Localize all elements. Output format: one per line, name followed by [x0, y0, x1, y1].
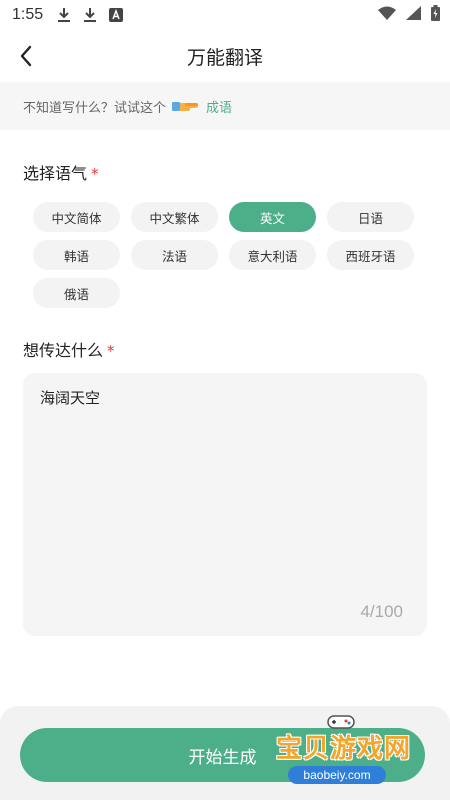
status-left-icons: [57, 7, 124, 23]
generate-button[interactable]: 开始生成: [20, 728, 425, 782]
idiom-link[interactable]: 成语: [206, 97, 232, 116]
tone-chip-korean[interactable]: 韩语: [33, 240, 120, 270]
status-bar: 1:55: [0, 0, 450, 30]
signal-icon: [406, 6, 421, 24]
wifi-icon: [378, 6, 396, 24]
tone-label-text: 选择语气: [23, 164, 88, 183]
tip-text: 不知道写什么？试试这个: [23, 100, 167, 116]
tone-chip-zh-simplified[interactable]: 中文简体: [33, 202, 120, 232]
message-label-text: 想传达什么: [23, 341, 104, 360]
message-section-label: 想传达什么 *: [23, 337, 115, 361]
page-title: 万能翻译: [186, 46, 263, 69]
download-icon: [57, 7, 71, 23]
pointing-hand-icon: [172, 98, 202, 114]
tone-options: 中文简体 中文繁体 英文 日语 韩语 法语 意大利语 西班牙语 俄语: [33, 202, 417, 308]
tone-chip-russian[interactable]: 俄语: [33, 278, 120, 308]
required-mark: *: [107, 342, 115, 360]
char-counter: 4/100: [360, 602, 403, 621]
message-input[interactable]: 海阔天空 4/100: [23, 373, 427, 636]
required-mark: *: [91, 165, 99, 183]
tone-chip-japanese[interactable]: 日语: [327, 202, 414, 232]
tone-section-label: 选择语气 *: [23, 160, 99, 184]
status-time: 1:55: [12, 6, 44, 23]
title-bar: 万能翻译: [0, 30, 450, 82]
tone-chip-italian[interactable]: 意大利语: [229, 240, 316, 270]
chevron-left-icon: [20, 45, 32, 67]
message-input-value: 海阔天空: [40, 389, 101, 407]
tone-chip-french[interactable]: 法语: [131, 240, 218, 270]
tone-chip-english[interactable]: 英文: [229, 202, 316, 232]
tone-chip-spanish[interactable]: 西班牙语: [327, 240, 414, 270]
back-button[interactable]: [12, 42, 40, 70]
download-icon: [83, 7, 97, 23]
status-right-icons: [378, 5, 440, 25]
battery-icon: [431, 5, 440, 25]
tip-bar: 不知道写什么？试试这个 成语: [0, 82, 450, 130]
tone-chip-zh-traditional[interactable]: 中文繁体: [131, 202, 218, 232]
a-badge-icon: [109, 7, 124, 23]
